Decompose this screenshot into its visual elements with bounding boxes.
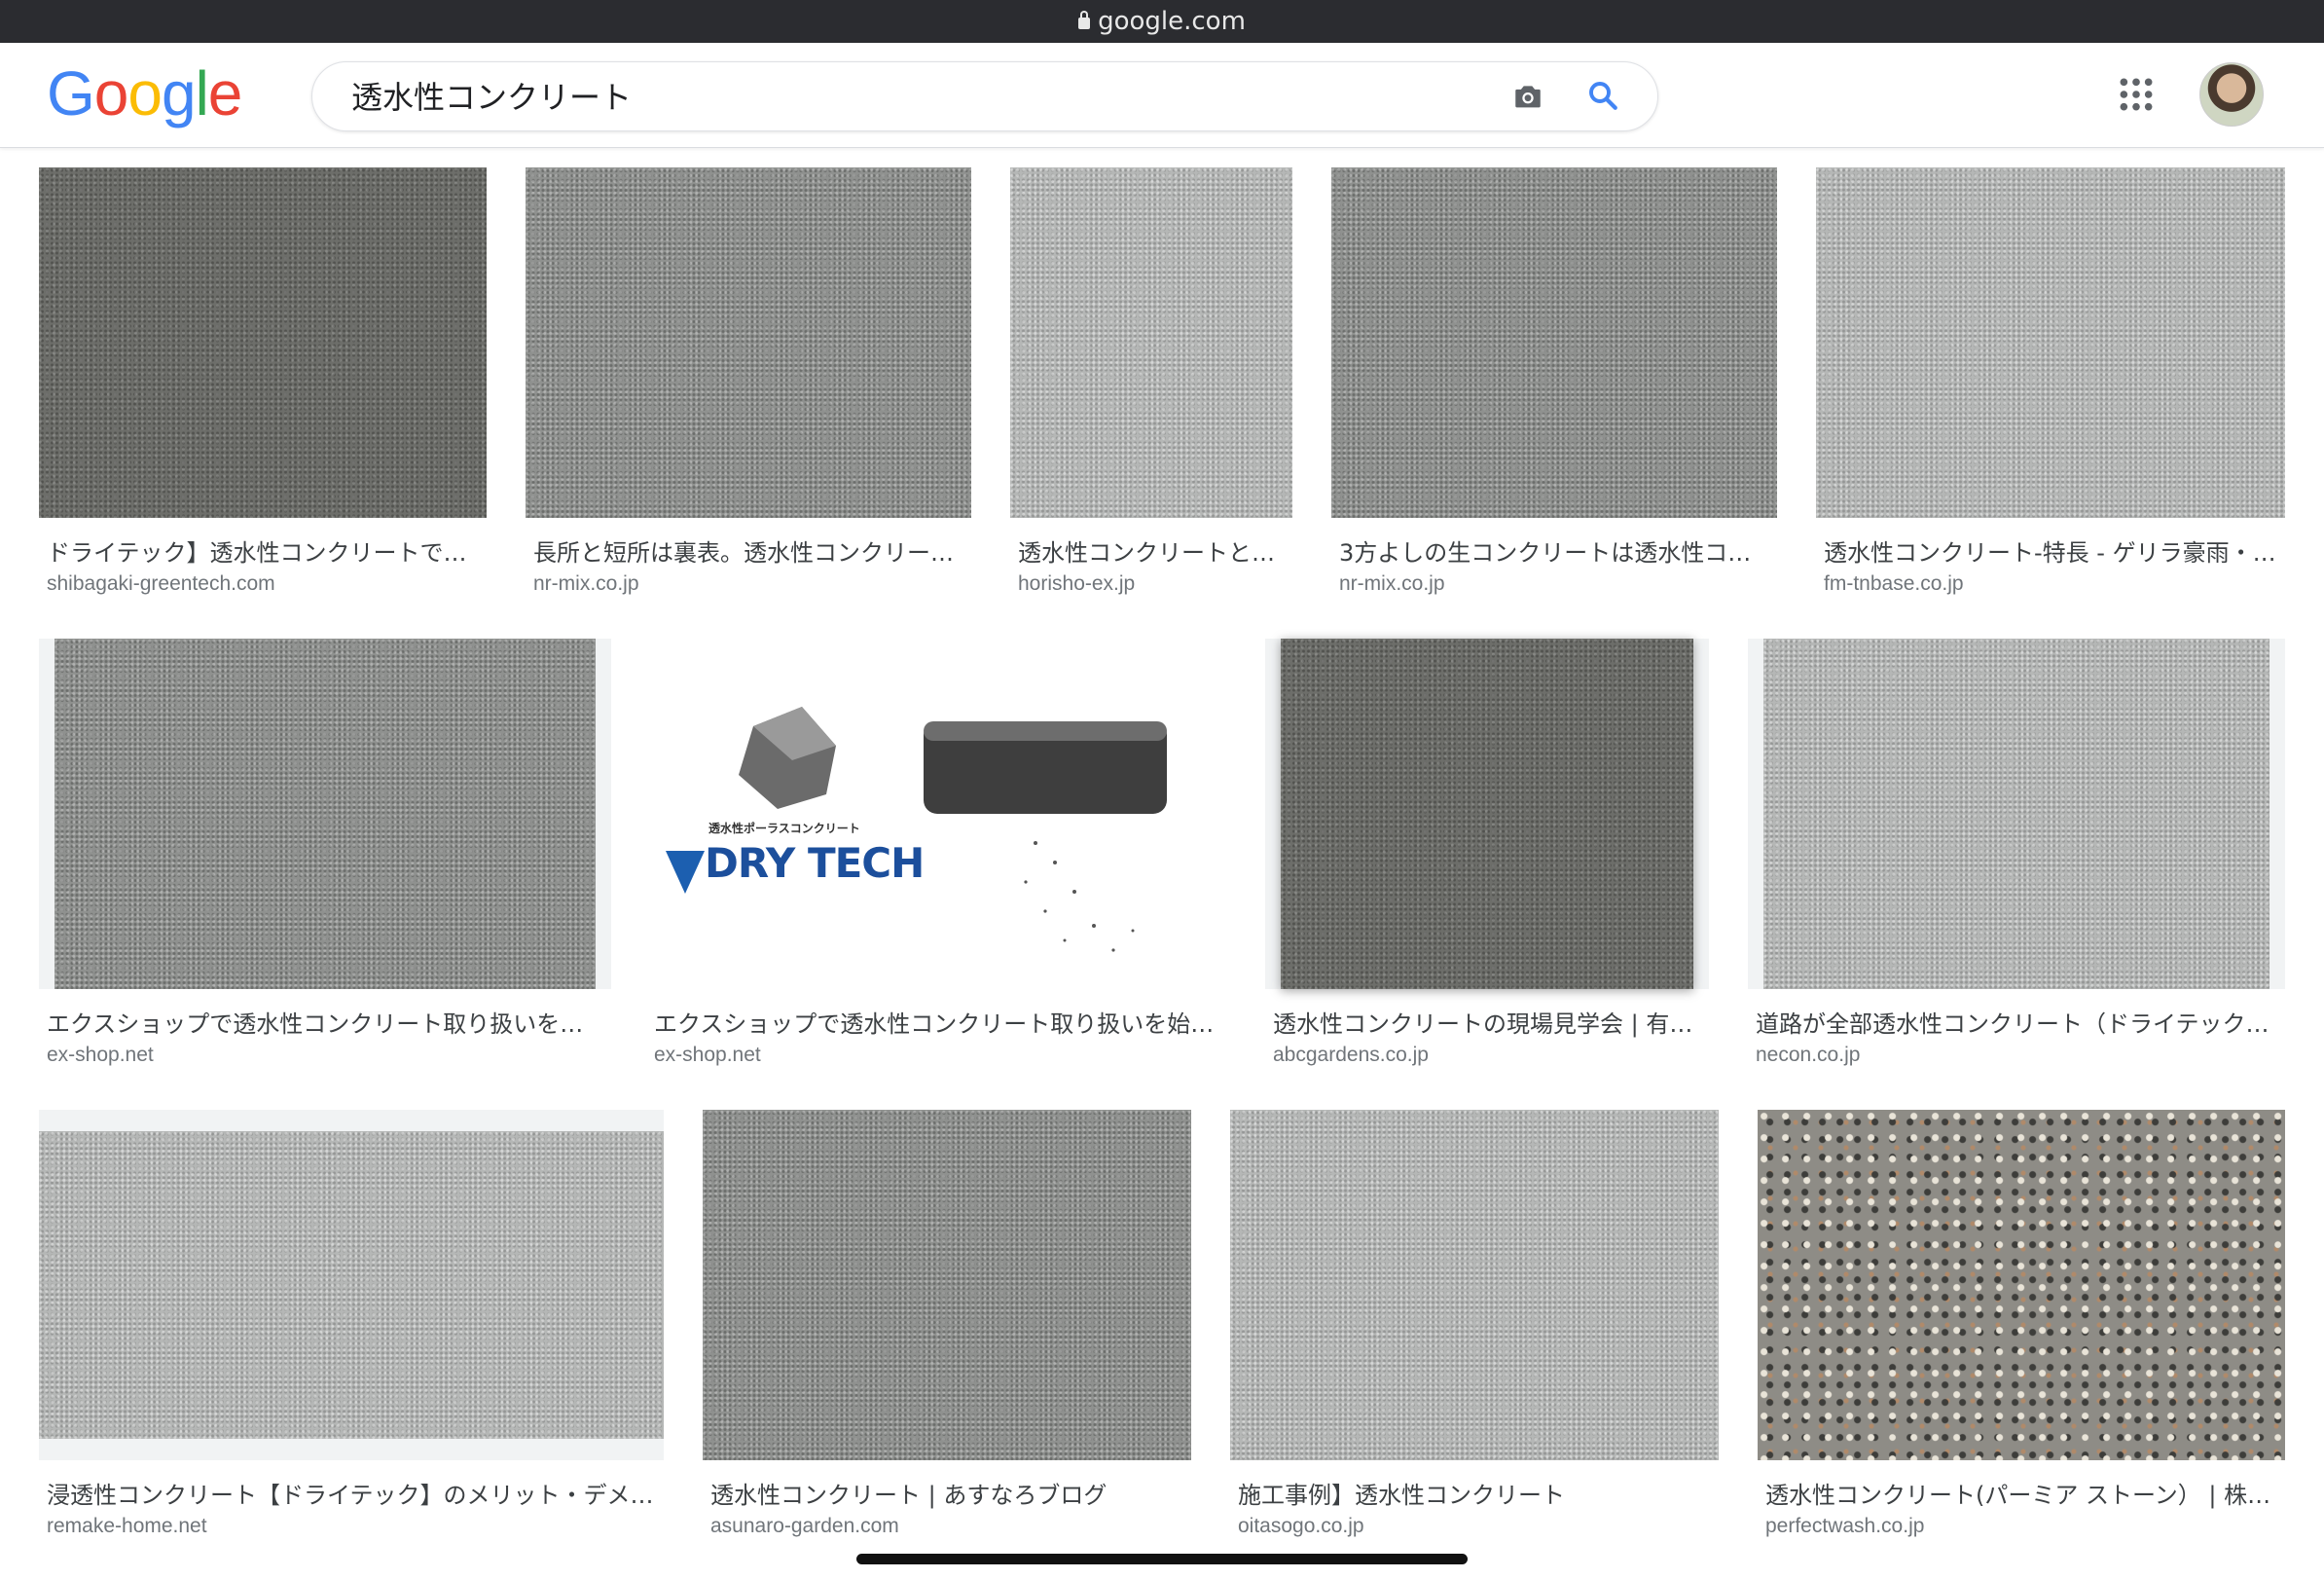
result-source: abcgardens.co.jp [1273, 1044, 1429, 1066]
result-source: perfectwash.co.jp [1765, 1515, 1925, 1537]
result-caption[interactable]: 浸透性コンクリート【ドライテック】のメリット・デメ… [47, 1476, 656, 1510]
result-thumbnail[interactable] [703, 1110, 1191, 1460]
google-logo[interactable]: Google [47, 62, 242, 125]
apps-grid-icon[interactable] [2118, 76, 2155, 113]
result-source: remake-home.net [47, 1515, 207, 1537]
result-caption[interactable]: ドライテック】透水性コンクリートで… [47, 533, 479, 568]
image-result[interactable]: 透水性コンクリート(パーミア ストーン） | 株… perfectwash.co.… [1758, 1110, 2285, 1554]
result-caption[interactable]: 施工事例】透水性コンクリート [1238, 1476, 1711, 1510]
logo-letter: g [161, 58, 197, 129]
result-caption[interactable]: 道路が全部透水性コンクリート（ドライテック… [1756, 1005, 2277, 1039]
url-text: google.com [1098, 7, 1246, 36]
home-indicator[interactable] [856, 1554, 1468, 1564]
result-thumbnail[interactable] [1816, 167, 2285, 518]
result-source: horisho-ex.jp [1018, 572, 1136, 595]
result-caption[interactable]: 透水性コンクリートと… [1018, 533, 1285, 568]
image-result[interactable]: ドライテック】透水性コンクリートで… shibagaki-greentech.co… [39, 167, 487, 611]
camera-icon[interactable] [1511, 80, 1544, 113]
result-thumbnail[interactable] [1763, 639, 2270, 989]
result-source: nr-mix.co.jp [533, 572, 639, 595]
result-thumbnail[interactable] [1331, 167, 1777, 518]
result-thumbnail[interactable]: 透水性ポーラスコンクリート DRY TECH [646, 639, 1226, 989]
image-result[interactable]: 施工事例】透水性コンクリート oitasogo.co.jp [1230, 1110, 1719, 1554]
result-caption[interactable]: エクスショップで透水性コンクリート取り扱いを始… [654, 1005, 1218, 1039]
result-caption[interactable]: 透水性コンクリートの現場見学会 | 有… [1273, 1005, 1701, 1039]
logo-letter: e [207, 58, 243, 129]
result-caption[interactable]: エクスショップで透水性コンクリート取り扱いを… [47, 1005, 603, 1039]
avatar[interactable] [2199, 62, 2264, 127]
result-source: shibagaki-greentech.com [47, 572, 275, 595]
logo-letter: l [195, 58, 209, 129]
search-header: Google 透水性コンクリート [0, 43, 2324, 148]
result-caption[interactable]: 3方よしの生コンクリートは透水性コ… [1339, 533, 1769, 568]
result-thumbnail[interactable] [1281, 639, 1693, 989]
result-thumbnail[interactable] [54, 639, 596, 989]
browser-url-bar[interactable]: google.com [0, 0, 2324, 43]
image-result[interactable]: 透水性コンクリート | あすなろブログ asunaro-garden.com [703, 1110, 1191, 1554]
result-source: nr-mix.co.jp [1339, 572, 1445, 595]
result-caption[interactable]: 透水性コンクリート-特長 - ゲリラ豪雨・… [1824, 533, 2277, 568]
result-source: oitasogo.co.jp [1238, 1515, 1364, 1537]
image-result[interactable]: 長所と短所は裏表。透水性コンクリー… nr-mix.co.jp [526, 167, 971, 611]
image-result[interactable]: 透水性コンクリートの現場見学会 | 有… abcgardens.co.jp [1265, 639, 1709, 1083]
result-source: ex-shop.net [47, 1044, 154, 1066]
drytech-logo-text: DRY TECH [705, 839, 925, 887]
result-caption[interactable]: 透水性コンクリート(パーミア ストーン） | 株… [1765, 1476, 2277, 1510]
image-result[interactable]: 道路が全部透水性コンクリート（ドライテック… necon.co.jp [1748, 639, 2285, 1083]
logo-letter: o [127, 58, 163, 129]
lock-icon [1078, 11, 1091, 29]
image-result[interactable]: 3方よしの生コンクリートは透水性コ… nr-mix.co.jp [1331, 167, 1777, 611]
image-result[interactable]: エクスショップで透水性コンクリート取り扱いを… ex-shop.net [39, 639, 611, 1083]
result-source: asunaro-garden.com [710, 1515, 899, 1537]
image-result[interactable]: 透水性コンクリート-特長 - ゲリラ豪雨・… fm-tnbase.co.jp [1816, 167, 2285, 611]
search-box[interactable]: 透水性コンクリート [311, 61, 1658, 131]
drytech-illustration [666, 707, 1167, 952]
search-icon[interactable] [1585, 78, 1620, 113]
logo-letter: o [93, 58, 129, 129]
result-thumbnail[interactable] [1010, 167, 1292, 518]
result-caption[interactable]: 透水性コンクリート | あすなろブログ [710, 1476, 1183, 1510]
result-thumbnail[interactable] [39, 1131, 664, 1439]
drytech-subtitle: 透水性ポーラスコンクリート [708, 822, 860, 835]
result-source: ex-shop.net [654, 1044, 761, 1066]
logo-letter: G [47, 58, 95, 129]
result-caption[interactable]: 長所と短所は裏表。透水性コンクリー… [533, 533, 963, 568]
result-thumbnail[interactable] [1230, 1110, 1719, 1460]
search-input[interactable]: 透水性コンクリート [351, 62, 632, 130]
result-source: fm-tnbase.co.jp [1824, 572, 1964, 595]
result-source: necon.co.jp [1756, 1044, 1861, 1066]
result-thumbnail[interactable] [526, 167, 971, 518]
image-result[interactable]: 浸透性コンクリート【ドライテック】のメリット・デメ… remake-home.ne… [39, 1110, 664, 1554]
result-thumbnail[interactable] [39, 167, 487, 518]
result-thumbnail[interactable] [1758, 1110, 2285, 1460]
image-result[interactable]: 透水性コンクリートと… horisho-ex.jp [1010, 167, 1292, 611]
image-result[interactable]: 透水性ポーラスコンクリート DRY TECH エクスショップで透水性コンクリート取り… [646, 639, 1226, 1083]
